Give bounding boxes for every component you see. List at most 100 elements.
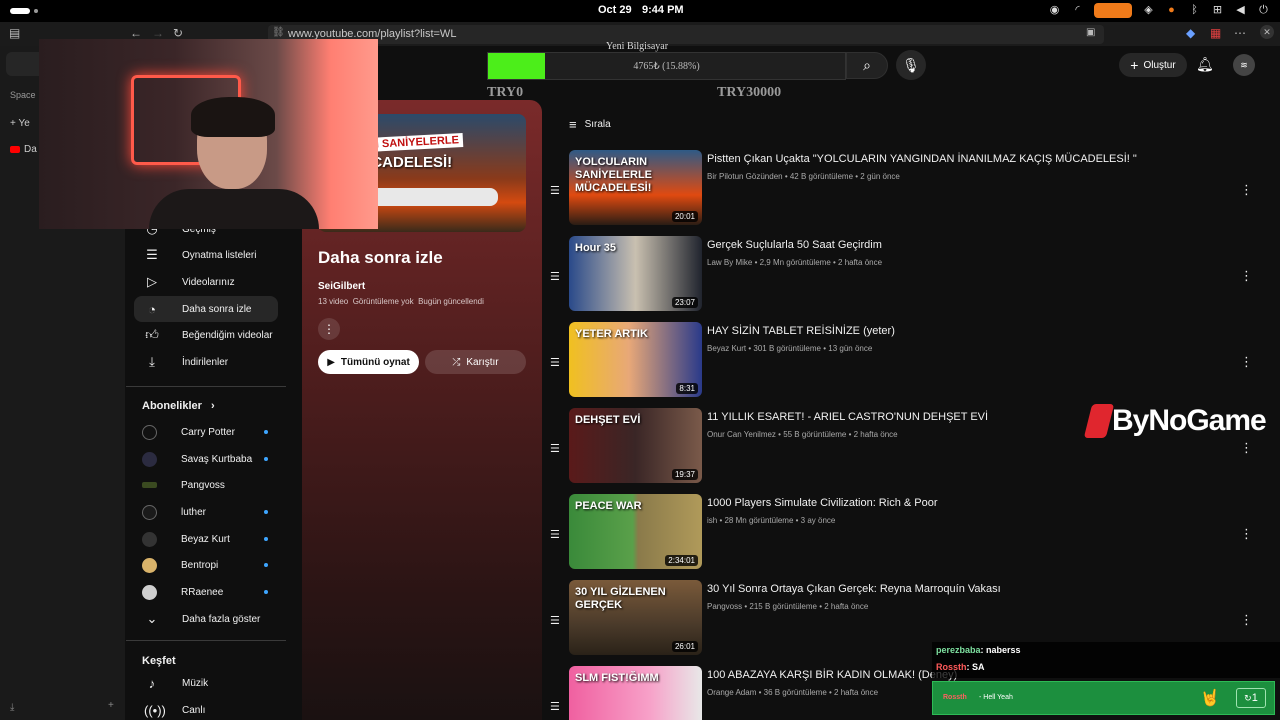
subscription-name: Beyaz Kurt	[181, 533, 230, 545]
gamepad-icon[interactable]: ◈	[1142, 4, 1155, 17]
extension-shield-icon[interactable]: ◆	[1186, 26, 1195, 40]
video-title[interactable]: Pistten Çıkan Uçakta "YOLCULARIN YANGIND…	[707, 153, 1137, 165]
reader-mode-icon[interactable]: ▣	[1086, 27, 1095, 38]
new-tab-button[interactable]: + Ye	[10, 118, 30, 129]
video-title[interactable]: 11 YILLIK ESARET! - ARIEL CASTRO'NUN DEH…	[707, 411, 988, 423]
nav-item-liked-videos[interactable]: 👍︎ Beğendiğim videolar	[134, 322, 278, 348]
upload-age: 13 gün önce	[828, 344, 873, 353]
voice-search-button[interactable]: 🎙︎	[896, 50, 926, 80]
donation-min-label: TRY0	[487, 85, 524, 100]
browser-tab-youtube[interactable]: Da	[10, 144, 37, 155]
chrome-tray-icon[interactable]: ◉	[1048, 4, 1061, 17]
show-more-button[interactable]: ⌄ Daha fazla göster	[134, 606, 278, 632]
drag-handle-icon[interactable]: ☰	[550, 528, 560, 541]
power-icon[interactable]: ⏻	[1257, 4, 1270, 17]
channel-name[interactable]: Orange Adam	[707, 688, 756, 697]
video-thumbnail[interactable]: PEACE WAR 2:34:01	[569, 494, 702, 569]
video-title[interactable]: HAY SİZİN TABLET REİSİNİZE (yeter)	[707, 325, 895, 337]
drag-handle-icon[interactable]: ☰	[550, 442, 560, 455]
upload-age: 2 hafta önce	[853, 430, 898, 439]
subscription-bentropi[interactable]: Bentropi	[134, 552, 278, 578]
back-icon[interactable]: ←	[130, 26, 142, 40]
nav-item-your-videos[interactable]: ▷ Videolarınız	[134, 269, 278, 295]
volume-icon[interactable]: ◀	[1234, 4, 1247, 17]
more-vert-icon[interactable]: ⋮	[1240, 268, 1253, 284]
network-icon[interactable]: ⊞	[1211, 4, 1224, 17]
channel-name[interactable]: Onur Can Yenilmez	[707, 430, 776, 439]
os-time[interactable]: 9:44 PM	[642, 4, 684, 16]
donation-max-label: TRY30000	[717, 85, 782, 100]
nav-item-playlists[interactable]: ☰ Oynatma listeleri	[134, 242, 278, 268]
playlist-video-row[interactable]: ☰ YETER ARTIK 8:31 HAY SİZİN TABLET REİSİNİ…	[548, 322, 1260, 400]
more-vert-icon[interactable]: ⋮	[1240, 612, 1253, 628]
subscription-pangvoss[interactable]: Pangvoss	[134, 472, 278, 498]
video-thumbnail[interactable]: 30 YIL GİZLENEN GERÇEK 26:01	[569, 580, 702, 655]
channel-name[interactable]: Beyaz Kurt	[707, 344, 746, 353]
nav-item-live[interactable]: ((•)) Canlı	[134, 697, 278, 720]
os-date[interactable]: Oct 29	[598, 4, 632, 16]
microphone-tray-icon[interactable]: ●	[1165, 4, 1178, 17]
more-vert-icon[interactable]: ⋮	[1240, 354, 1253, 370]
bluetooth-icon[interactable]: ᛒ	[1188, 4, 1201, 17]
forward-icon[interactable]: →	[152, 26, 164, 40]
playlist-video-row[interactable]: ☰ PEACE WAR 2:34:01 1000 Players Simulate C…	[548, 494, 1260, 572]
channel-name[interactable]: ish	[707, 516, 717, 525]
video-title[interactable]: Gerçek Suçlularla 50 Saat Geçirdim	[707, 239, 882, 251]
channel-avatar	[142, 482, 157, 488]
search-button[interactable]: ⌕	[846, 52, 888, 79]
video-title[interactable]: 30 Yıl Sonra Ortaya Çıkan Gerçek: Reyna …	[707, 583, 1001, 595]
nav-item-downloads[interactable]: ⤓ İndirilenler	[134, 349, 278, 375]
close-window-icon[interactable]: ✕	[1260, 25, 1274, 39]
video-thumbnail[interactable]: SLM FIST!ĞIMM	[569, 666, 702, 720]
drag-handle-icon[interactable]: ☰	[550, 184, 560, 197]
video-thumbnail[interactable]: DEHŞET EVİ 19:37	[569, 408, 702, 483]
more-vert-icon[interactable]: ⋮	[1240, 526, 1253, 542]
workspace-dot[interactable]	[34, 9, 38, 13]
add-icon[interactable]: +	[108, 700, 114, 711]
video-thumbnail[interactable]: YOLCULARIN SANİYELERLE MÜCADELESİ! 20:01	[569, 150, 702, 225]
video-title[interactable]: 100 ABAZAYA KARŞI BİR KADIN OLMAK! (Dene…	[707, 669, 957, 681]
channel-name[interactable]: Pangvoss	[707, 602, 742, 611]
address-bar[interactable]: ⛓ www.youtube.com/playlist?list=WL ▣	[268, 25, 1104, 44]
notifications-bell-icon[interactable]: 🔔︎	[1196, 56, 1214, 73]
drag-handle-icon[interactable]: ☰	[550, 270, 560, 283]
more-options-icon[interactable]: ⋯	[1234, 26, 1246, 40]
nav-item-watch-later[interactable]: ◔ Daha sonra izle	[134, 296, 278, 322]
streamer-hair	[191, 97, 275, 137]
video-thumbnail[interactable]: YETER ARTIK 8:31	[569, 322, 702, 397]
subscriptions-heading[interactable]: Abonelikler ›	[142, 400, 215, 412]
workspace-indicator[interactable]	[10, 8, 30, 14]
create-button[interactable]: + Oluştur	[1119, 53, 1187, 77]
subscription-luther[interactable]: luther	[134, 499, 278, 525]
subscription-rraenee[interactable]: RRaenee	[134, 579, 278, 605]
more-vert-icon[interactable]: ⋮	[1240, 440, 1253, 456]
link-icon: ⛓	[272, 27, 285, 38]
play-all-button[interactable]: ▶ Tümünü oynat	[318, 350, 419, 374]
more-vert-icon[interactable]: ⋮	[1240, 182, 1253, 198]
playlist-owner[interactable]: SeiGilbert	[318, 281, 365, 292]
avatar[interactable]: ≋	[1233, 54, 1255, 76]
channel-name[interactable]: Law By Mike	[707, 258, 752, 267]
playlist-video-row[interactable]: ☰ YOLCULARIN SANİYELERLE MÜCADELESİ! 20:01…	[548, 150, 1260, 228]
nav-item-music[interactable]: ♪ Müzik	[134, 670, 278, 696]
sort-button[interactable]: ≡ Sırala	[569, 117, 611, 132]
drag-handle-icon[interactable]: ☰	[550, 614, 560, 627]
reload-icon[interactable]: ↻	[173, 26, 183, 40]
sidebar-toggle-icon[interactable]: ▤	[9, 26, 20, 40]
video-thumbnail[interactable]: Hour 35 23:07	[569, 236, 702, 311]
play-icon: ▶	[327, 356, 335, 368]
video-title[interactable]: 1000 Players Simulate Civilization: Rich…	[707, 497, 938, 509]
playlist-video-row[interactable]: ☰ Hour 35 23:07 Gerçek Suçlularla 50 Saat G…	[548, 236, 1260, 314]
channel-name[interactable]: Bir Pilotun Gözünden	[707, 172, 783, 181]
extension-icon[interactable]: ▦	[1210, 26, 1221, 40]
drag-handle-icon[interactable]: ☰	[550, 356, 560, 369]
channel-avatar	[142, 504, 157, 520]
more-actions-button[interactable]: ⋮	[318, 318, 340, 340]
download-icon[interactable]: ⤓	[10, 702, 14, 713]
drag-handle-icon[interactable]: ☰	[550, 700, 560, 713]
subscription-savas-kurtbaba[interactable]: Savaş Kurtbaba	[134, 446, 278, 472]
screen-share-indicator[interactable]	[1094, 3, 1132, 18]
subscription-carry-potter[interactable]: Carry Potter	[134, 419, 278, 445]
subscription-beyaz-kurt[interactable]: Beyaz Kurt	[134, 526, 278, 552]
shuffle-button[interactable]: ⤮ Karıştır	[425, 350, 526, 374]
